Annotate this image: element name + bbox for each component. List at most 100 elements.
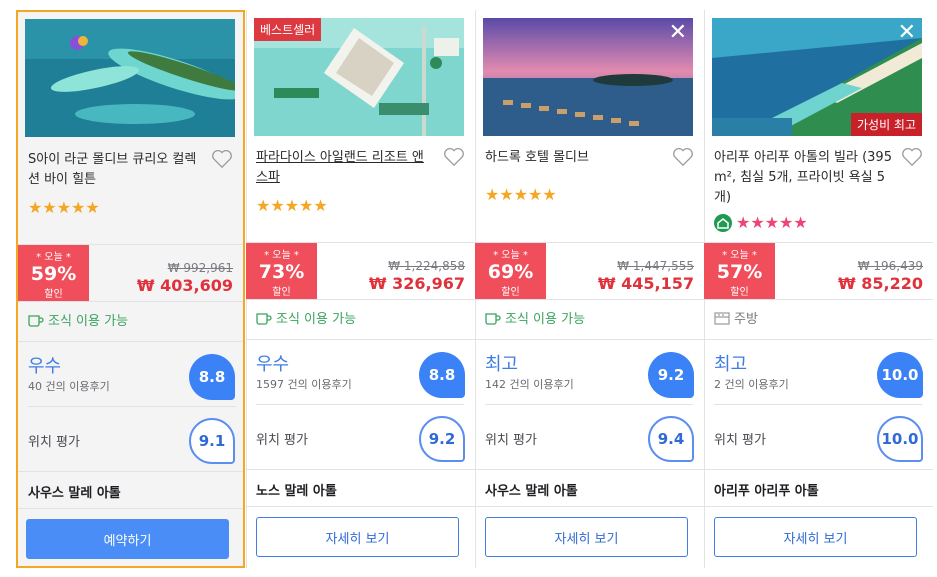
amenity-label: 주방 <box>734 312 758 327</box>
divider <box>704 469 933 470</box>
location-rating-label: 위치 평가 <box>256 433 308 448</box>
location-score: 9.2 <box>419 416 465 462</box>
divider <box>256 404 464 405</box>
heart-icon[interactable] <box>672 147 694 167</box>
coffee-cup-icon <box>28 314 44 327</box>
deal-percent: 59% <box>30 263 77 285</box>
hotel-photo[interactable]: 베스트셀러 <box>254 18 464 136</box>
view-details-button[interactable]: 자세히 보기 <box>256 517 459 557</box>
close-icon[interactable]: ✕ <box>669 22 687 44</box>
amenity: 조식 이용 가능 <box>28 310 128 329</box>
deal-badge: * 오늘 * 59% 할인 <box>18 245 89 301</box>
hotel-card-1[interactable]: S아이 라군 몰디브 큐리오 컬렉션 바이 힐튼 ★★★★★ * 오늘 * 59… <box>16 10 245 568</box>
hotel-photo[interactable] <box>25 19 235 137</box>
divider <box>485 404 693 405</box>
close-icon[interactable]: ✕ <box>898 22 916 44</box>
view-details-button[interactable]: 자세히 보기 <box>485 517 688 557</box>
location-score: 9.1 <box>189 418 235 464</box>
deal-discount-label: 할인 <box>730 287 749 298</box>
review-score: 10.0 <box>877 352 923 398</box>
star-rating: ★★★★★ <box>256 196 328 215</box>
book-button[interactable]: 예약하기 <box>26 519 229 559</box>
amenity: 조식 이용 가능 <box>485 308 585 327</box>
heart-icon[interactable] <box>211 149 233 169</box>
divider <box>246 339 475 340</box>
deal-discount-label: 할인 <box>272 287 291 298</box>
divider <box>18 471 243 472</box>
area-name: 노스 말레 아톨 <box>256 484 337 499</box>
location-score: 9.4 <box>648 416 694 462</box>
deal-percent: 57% <box>716 261 763 283</box>
deal-badge: * 오늘 * 73% 할인 <box>246 243 317 299</box>
deal-today-label: * 오늘 * <box>36 252 71 263</box>
deal-percent: 69% <box>487 261 534 283</box>
review-count[interactable]: 2 건의 이용후기 <box>714 376 789 392</box>
rating-word: 최고 <box>714 354 748 375</box>
review-count[interactable]: 1597 건의 이용후기 <box>256 376 352 392</box>
bestseller-ribbon: 베스트셀러 <box>254 18 322 41</box>
hotel-name[interactable]: 하드록 호텔 몰디브 <box>485 148 663 168</box>
coffee-cup-icon <box>256 312 272 325</box>
sale-price[interactable]: ₩ 445,157 <box>598 274 694 293</box>
original-price: ₩ 992,961 <box>167 261 233 275</box>
hotel-photo[interactable]: ✕ <box>483 18 693 136</box>
divider <box>28 406 236 407</box>
hotel-name[interactable]: 파라다이스 아일랜드 리조트 앤 스파 <box>256 148 434 188</box>
area-name: 사우스 말레 아톨 <box>28 486 121 501</box>
deal-today-label: * 오늘 * <box>264 250 299 261</box>
hotel-card-3[interactable]: ✕ 하드록 호텔 몰디브 ★★★★★ * 오늘 * 69% 할인 ₩ 1,447… <box>475 10 704 568</box>
divider <box>18 508 243 509</box>
area-name: 아리푸 아리푸 아톨 <box>714 484 819 499</box>
original-price: ₩ 196,439 <box>857 259 923 273</box>
view-details-button[interactable]: 자세히 보기 <box>714 517 917 557</box>
rating-word: 우수 <box>256 354 290 375</box>
hotel-photo[interactable]: ✕ 가성비 최고 <box>712 18 922 136</box>
divider <box>704 506 933 507</box>
divider <box>246 506 475 507</box>
hotel-results-grid: S아이 라군 몰디브 큐리오 컬렉션 바이 힐튼 ★★★★★ * 오늘 * 59… <box>0 0 937 577</box>
deal-today-label: * 오늘 * <box>722 250 757 261</box>
amenity-label: 조식 이용 가능 <box>276 312 357 327</box>
deal-badge: * 오늘 * 69% 할인 <box>475 243 546 299</box>
heart-icon[interactable] <box>901 147 923 167</box>
sale-price[interactable]: ₩ 326,967 <box>369 274 465 293</box>
heart-icon[interactable] <box>443 147 465 167</box>
deal-discount-label: 할인 <box>44 289 63 300</box>
hotel-card-4[interactable]: ✕ 가성비 최고 아리푸 아리푸 아톨의 빌라 (395 m², 침실 5개, … <box>704 10 933 568</box>
deal-today-label: * 오늘 * <box>493 250 528 261</box>
original-price: ₩ 1,447,555 <box>617 259 694 273</box>
divider <box>246 469 475 470</box>
divider <box>475 469 704 470</box>
location-rating-label: 위치 평가 <box>28 435 80 450</box>
divider <box>18 341 243 342</box>
amenity-label: 조식 이용 가능 <box>48 314 129 329</box>
review-score: 8.8 <box>419 352 465 398</box>
deal-discount-label: 할인 <box>501 287 520 298</box>
sale-price[interactable]: ₩ 403,609 <box>137 276 233 295</box>
rating-word: 우수 <box>28 356 62 377</box>
amenity-label: 조식 이용 가능 <box>505 312 586 327</box>
amenity: 조식 이용 가능 <box>256 308 356 327</box>
divider <box>246 299 475 300</box>
review-score: 8.8 <box>189 354 235 400</box>
review-count[interactable]: 40 건의 이용후기 <box>28 378 110 394</box>
coffee-cup-icon <box>485 312 501 325</box>
review-count[interactable]: 142 건의 이용후기 <box>485 376 574 392</box>
divider <box>475 506 704 507</box>
hotel-card-2[interactable]: 베스트셀러 파라다이스 아일랜드 리조트 앤 스파 ★★★★★ * 오늘 * 7… <box>246 10 475 568</box>
star-rating: ★★★★★ <box>485 185 557 204</box>
divider <box>704 299 933 300</box>
hotel-name[interactable]: S아이 라군 몰디브 큐리오 컬렉션 바이 힐튼 <box>28 150 206 190</box>
divider <box>714 404 922 405</box>
area-name: 사우스 말레 아톨 <box>485 484 578 499</box>
kitchen-icon <box>714 311 730 325</box>
divider <box>475 299 704 300</box>
divider <box>704 339 933 340</box>
deal-badge: * 오늘 * 57% 할인 <box>704 243 775 299</box>
sale-price[interactable]: ₩ 85,220 <box>838 274 923 293</box>
rating-word: 최고 <box>485 354 519 375</box>
hotel-name[interactable]: 아리푸 아리푸 아톨의 빌라 (395 m², 침실 5개, 프라이빗 욕실 5… <box>714 148 892 208</box>
divider <box>475 339 704 340</box>
location-rating-label: 위치 평가 <box>485 433 537 448</box>
location-rating-label: 위치 평가 <box>714 433 766 448</box>
